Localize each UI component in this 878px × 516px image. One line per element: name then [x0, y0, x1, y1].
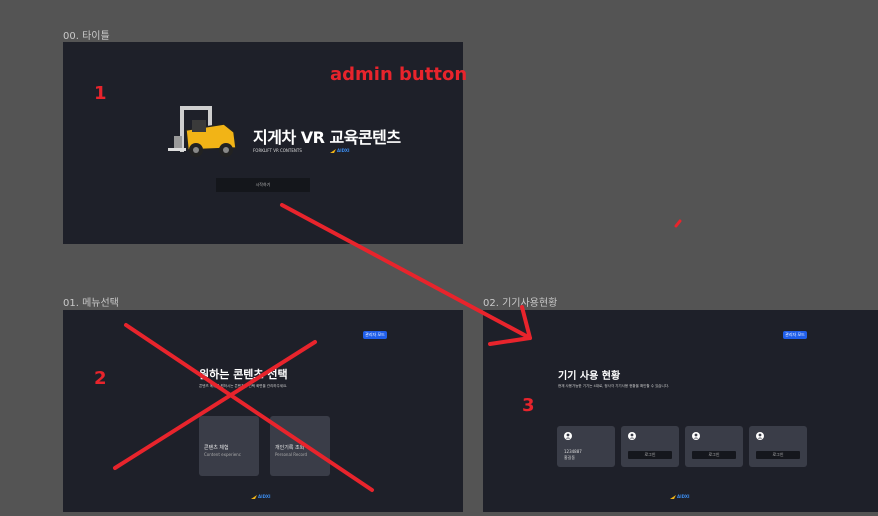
frame-label-menu: 01. 메뉴선택: [63, 298, 119, 309]
user-icon: [564, 432, 572, 440]
device-card-2: 로그인: [621, 426, 679, 467]
device-card-3: 로그인: [685, 426, 743, 467]
device-user: 홍길동: [564, 455, 576, 460]
annotation-stray-mark: [674, 219, 682, 228]
menu-description: 콘텐츠 메뉴를 원하시는 콘텐츠를 선택 화면을 관리하주세요.: [199, 384, 288, 388]
device-heading: 기기 사용 현황: [558, 371, 621, 382]
logo-subtitle: FORKLIFT VR CONTENTS: [253, 148, 302, 153]
logo-title: 지게차 VR 교육콘텐츠: [253, 128, 401, 147]
device-description: 현재 사용가능한 기기는 4대로, 정사각 기기사용 현황을 확인할 수 있습니…: [558, 384, 670, 388]
brand-triangle-icon: [670, 494, 676, 499]
device-card-1: 1234887 홍길동: [557, 426, 615, 467]
brand-logo: AIDXI: [670, 494, 689, 499]
login-button[interactable]: 로그인: [756, 451, 800, 459]
brand-logo: AIDXI: [251, 494, 270, 499]
annotation-number-1: 1: [94, 83, 107, 104]
login-button[interactable]: 로그인: [692, 451, 736, 459]
user-icon: [756, 432, 764, 440]
login-button[interactable]: 로그인: [628, 451, 672, 459]
user-icon: [628, 432, 636, 440]
card-subtitle: Personal Record: [275, 452, 308, 457]
frame-label-title: 00. 타이틀: [63, 31, 110, 42]
personal-record-card[interactable]: 개인기록 조회 Personal Record: [270, 416, 330, 476]
device-id: 1234887: [564, 449, 582, 454]
content-experience-card[interactable]: 콘텐츠 체험 Content experienc: [199, 416, 259, 476]
annotation-number-3: 3: [522, 395, 535, 416]
forklift-icon: [168, 106, 237, 157]
frame-label-device: 02. 기기사용현황: [483, 298, 558, 309]
admin-button[interactable]: 관리자 모드: [783, 331, 807, 339]
frame-menu: 관리자 모드 원하는 콘텐츠 선택 콘텐츠 메뉴를 원하시는 콘텐츠를 선택 화…: [63, 310, 463, 512]
brand-triangle-icon: [330, 148, 336, 153]
card-title: 콘텐츠 체험: [204, 445, 229, 451]
card-title: 개인기록 조회: [275, 445, 305, 451]
brand-triangle-icon: [251, 494, 257, 499]
brand-logo: AIDXI: [330, 148, 349, 153]
start-button[interactable]: 시작하기: [216, 178, 310, 192]
admin-button-annotation: admin button: [330, 64, 468, 85]
card-subtitle: Content experienc: [204, 452, 241, 457]
menu-heading: 원하는 콘텐츠 선택: [199, 368, 288, 381]
user-icon: [692, 432, 700, 440]
annotation-number-2: 2: [94, 368, 107, 389]
device-card-4: 로그인: [749, 426, 807, 467]
admin-button[interactable]: 관리자 모드: [363, 331, 387, 339]
frame-device: 관리자 모드 기기 사용 현황 현재 사용가능한 기기는 4대로, 정사각 기기…: [483, 310, 878, 512]
